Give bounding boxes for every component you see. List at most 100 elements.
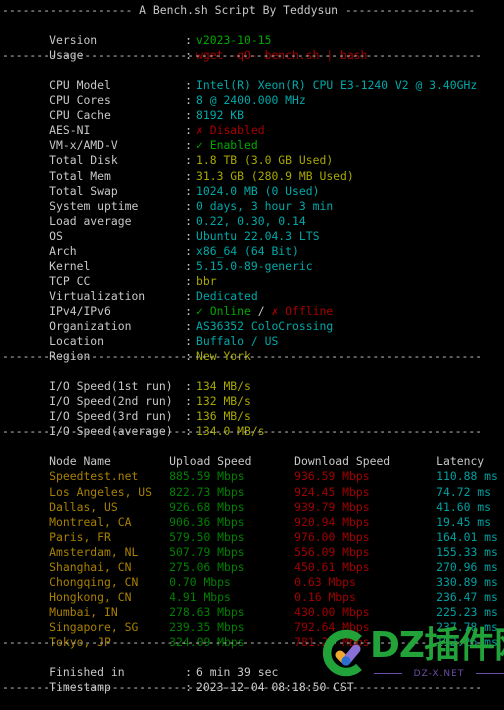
table-header-row: Node Name Upload Speed Download Speed Laten… (0, 439, 504, 468)
cell-node: Shanghai, CN (49, 559, 132, 574)
cell-node: Speedtest.net (49, 469, 139, 484)
cell-download: 920.94 Mbps (294, 514, 370, 529)
cell-node: Dallas, US (49, 499, 118, 514)
cell-download: 939.79 Mbps (294, 499, 370, 514)
row-io-1st: I/O Speed(1st run):134 MB/s (49, 379, 251, 394)
row-label: CPU Model (49, 78, 111, 93)
separator-4: ----------------------------------------… (2, 634, 483, 649)
cell-latency: 155.33 ms (436, 544, 498, 559)
separator-2: ----------------------------------------… (2, 349, 483, 364)
row-value: 6 min 39 sec (196, 665, 279, 680)
cell-download: 924.45 Mbps (294, 484, 370, 499)
column-header-latency: Latency (436, 454, 485, 469)
row-version: Version: v2023-10-15 (0, 18, 504, 47)
cell-download: 556.09 Mbps (294, 544, 370, 559)
cell-latency: 110.88 ms (436, 469, 498, 484)
row-colon: : (185, 33, 193, 48)
row-label: Organization (49, 318, 132, 333)
cell-upload: 822.73 Mbps (169, 484, 245, 499)
cell-download: 430.00 Mbps (294, 604, 370, 619)
row-label: Location (49, 334, 105, 349)
row-label: System uptime (49, 198, 139, 213)
row-label: I/O Speed(3rd run) (49, 409, 173, 424)
row-label: I/O Speed(2nd run) (49, 394, 173, 409)
row-value: 0 days, 3 hour 3 min (196, 198, 334, 213)
row-label: I/O Speed(1st run) (49, 379, 173, 394)
cell-upload: 906.36 Mbps (169, 514, 245, 529)
cell-node: Singapore, SG (49, 619, 139, 634)
row-value: Intel(R) Xeon(R) CPU E3-1240 V2 @ 3.40GH… (196, 78, 478, 93)
row-label: IPv4/IPv6 (49, 303, 111, 318)
column-header-download-speed: Download Speed (294, 454, 391, 469)
cell-download: 0.63 Mbps (294, 574, 356, 589)
row-cpu-model: CPU Model: Intel(R) Xeon(R) CPU E3-1240 V… (49, 78, 478, 93)
separator-3: ----------------------------------------… (2, 424, 483, 439)
cell-latency: 164.01 ms (436, 529, 498, 544)
row-label: Total Disk (49, 153, 118, 168)
row-value: 0.22, 0.30, 0.14 (196, 213, 306, 228)
cell-upload: 0.70 Mbps (169, 574, 231, 589)
row-label: CPU Cache (49, 108, 111, 123)
cell-download: 0.16 Mbps (294, 589, 356, 604)
cell-node: Chongqing, CN (49, 574, 139, 589)
header-section: Version: v2023-10-15 Usage: wget -qO- benc… (0, 18, 504, 62)
row-value: ✗ Disabled (196, 123, 265, 138)
row-value: 31.3 GB (280.9 MB Used) (196, 168, 354, 183)
footer-section: Finished in:6 min 39 sec Timestamp:2023-… (0, 650, 504, 694)
row-value: Dedicated (196, 288, 258, 303)
system-info-section: CPU Model: Intel(R) Xeon(R) CPU E3-1240 V… (0, 63, 504, 363)
cell-node: Amsterdam, NL (49, 544, 139, 559)
cell-latency: 19.45 ms (436, 514, 492, 529)
row-value: bbr (196, 273, 217, 288)
cell-upload: 579.50 Mbps (169, 529, 245, 544)
separator-1: ----------------------------------------… (2, 48, 483, 63)
cell-upload: 275.06 Mbps (169, 559, 245, 574)
cell-node: Paris, FR (49, 529, 111, 544)
cell-latency: 270.96 ms (436, 559, 498, 574)
cell-node: Los Angeles, US (49, 484, 153, 499)
row-label: TCP CC (49, 273, 91, 288)
cell-download: 936.59 Mbps (294, 469, 370, 484)
row-label: Finished in (49, 665, 125, 680)
row-value: x86_64 (64 Bit) (196, 243, 299, 258)
cell-node: Mumbai, IN (49, 604, 118, 619)
cell-latency: 237.78 ms (436, 619, 498, 634)
speedtest-table: Node Name Upload Speed Download Speed Laten… (0, 439, 504, 649)
cell-latency: 225.23 ms (436, 604, 498, 619)
terminal-window: ------------------- A Bench.sh Script By… (0, 0, 504, 694)
row-value: Buffalo / US (196, 334, 279, 349)
cell-upload: 239.35 Mbps (169, 619, 245, 634)
cell-latency: 236.47 ms (436, 589, 498, 604)
row-value: 1.8 TB (3.0 GB Used) (196, 153, 334, 168)
cell-node: Montreal, CA (49, 514, 132, 529)
row-value: v2023-10-15 (196, 33, 272, 48)
cell-latency: 330.89 ms (436, 574, 498, 589)
cell-download: 450.61 Mbps (294, 559, 370, 574)
io-speed-section: I/O Speed(1st run):134 MB/s I/O Speed(2n… (0, 364, 504, 438)
cell-download: 792.64 Mbps (294, 619, 370, 634)
row-value: 134 MB/s (196, 379, 251, 394)
cell-latency: 41.60 ms (436, 499, 492, 514)
cell-latency: 74.72 ms (436, 484, 492, 499)
row-value: 8 @ 2400.000 MHz (196, 93, 306, 108)
row-value: 1024.0 MB (0 Used) (196, 183, 320, 198)
ipv-separator: / (250, 303, 272, 318)
cell-upload: 4.91 Mbps (169, 589, 231, 604)
row-label: Version (49, 33, 98, 48)
ipv6-status: ✗ Offline (271, 303, 334, 318)
column-header-node-name: Node Name (49, 454, 111, 469)
row-value: 132 MB/s (196, 394, 251, 409)
row-value: AS36352 ColoCrossing (196, 318, 334, 333)
cell-upload: 278.63 Mbps (169, 604, 245, 619)
row-label: Virtualization (49, 288, 146, 303)
cell-upload: 885.59 Mbps (169, 469, 245, 484)
row-label: Total Swap (49, 183, 118, 198)
row-value: ✓ Enabled (196, 138, 258, 153)
row-value: 136 MB/s (196, 409, 251, 424)
row-value: 5.15.0-89-generic (196, 258, 313, 273)
cell-upload: 507.79 Mbps (169, 544, 245, 559)
column-header-upload-speed: Upload Speed (169, 454, 252, 469)
row-label: VM-x/AMD-V (49, 138, 118, 153)
row-value: 8192 KB (196, 108, 245, 123)
row-label: Load average (49, 213, 132, 228)
